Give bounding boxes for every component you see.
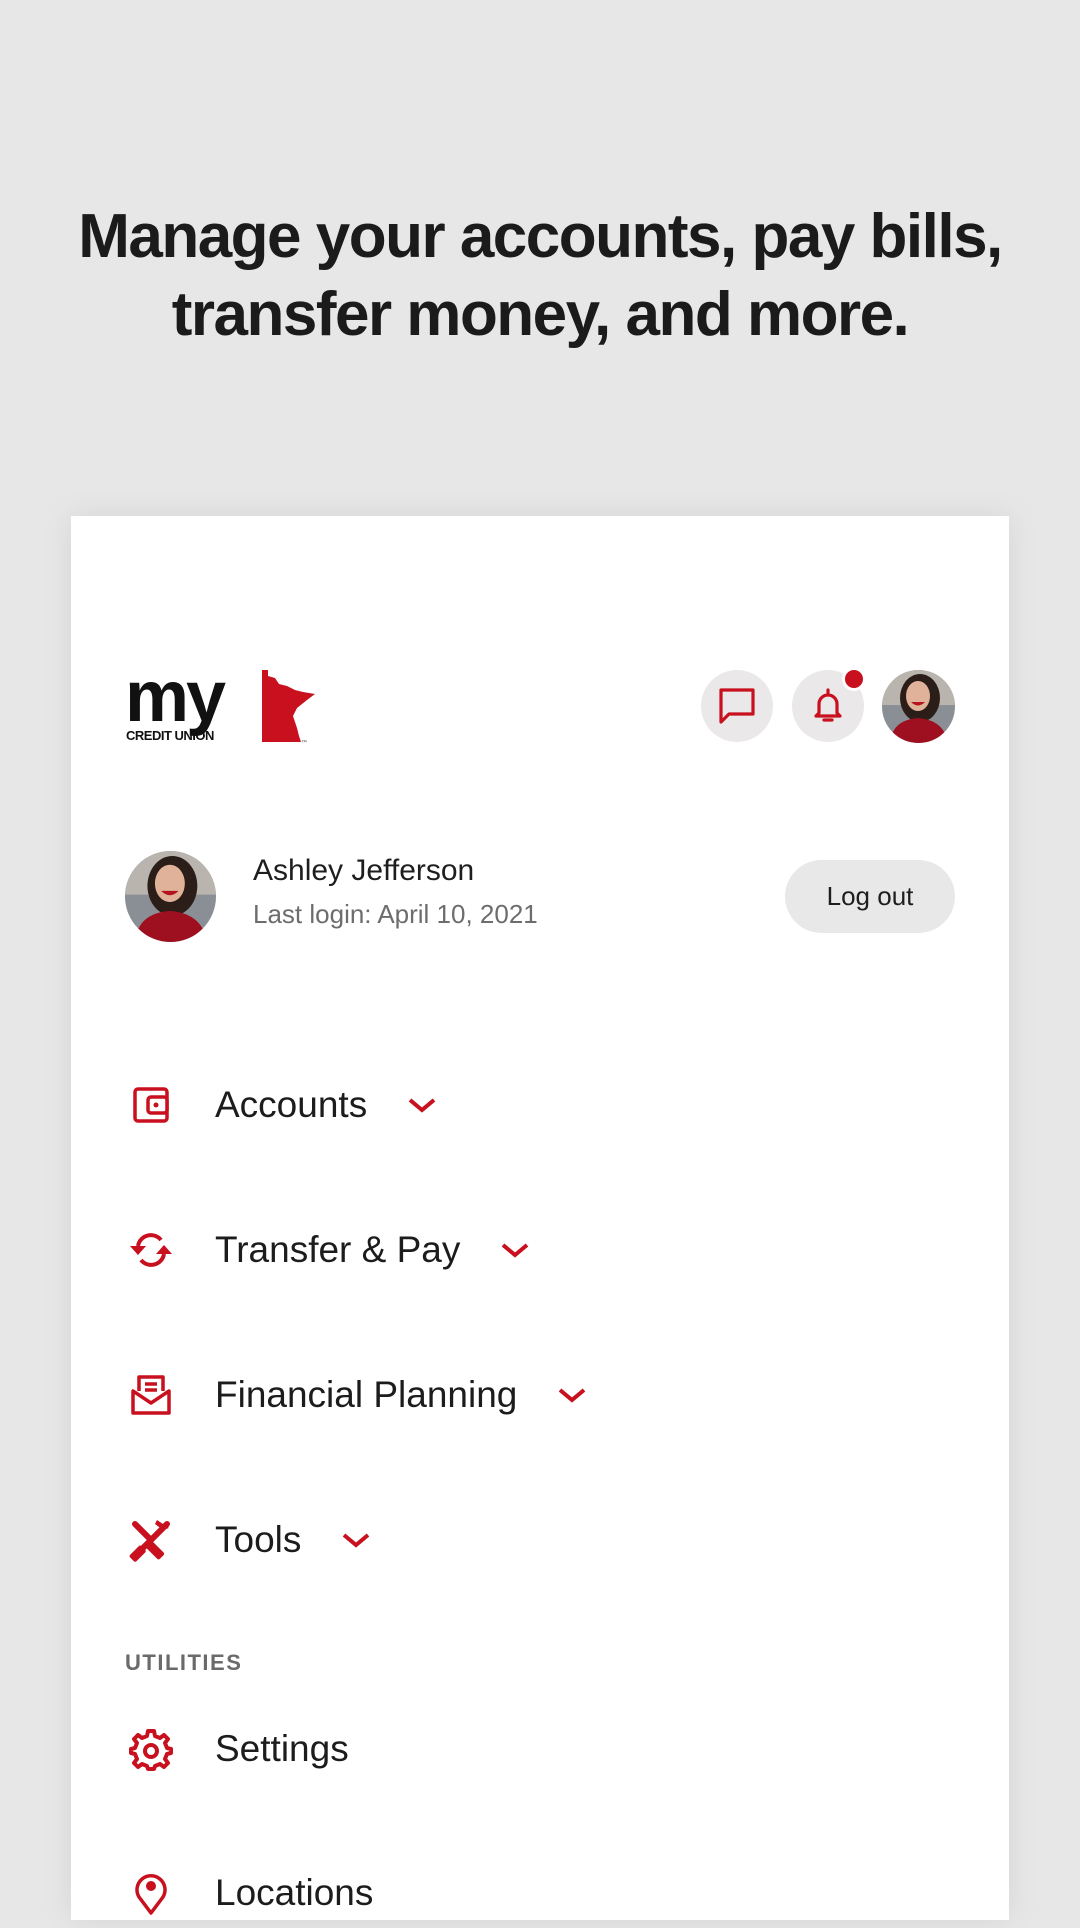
utilities-section-label: UTILITIES xyxy=(125,1650,243,1675)
transfer-icon xyxy=(123,1222,179,1278)
envelope-icon xyxy=(123,1367,179,1423)
chevron-down-icon[interactable] xyxy=(557,1385,587,1405)
nav-label: Accounts xyxy=(215,1084,368,1125)
notifications-button[interactable] xyxy=(792,667,866,742)
chevron-down-icon[interactable] xyxy=(500,1240,530,1260)
logo-tm: ™ xyxy=(301,739,307,746)
headline: Manage your accounts, pay bills, transfe… xyxy=(0,198,1080,354)
nav-label: Transfer & Pay xyxy=(215,1229,461,1270)
logo-word: my xyxy=(125,666,226,737)
chevron-down-icon[interactable] xyxy=(407,1095,437,1115)
nav-item-settings[interactable]: Settings xyxy=(125,1714,349,1784)
nav-label: Financial Planning xyxy=(215,1374,518,1415)
nav-label: Settings xyxy=(215,1728,349,1769)
nav-item-tools[interactable]: Tools xyxy=(125,1505,371,1575)
nav-label: Tools xyxy=(215,1519,302,1560)
bell-icon xyxy=(814,688,842,722)
avatar xyxy=(882,670,955,743)
app-menu-card: my CREDIT UNION ™ Ashley Jefferson Last … xyxy=(71,516,1009,1920)
wallet-icon xyxy=(123,1077,179,1133)
logout-button[interactable]: Log out xyxy=(785,860,955,933)
messages-button[interactable] xyxy=(701,670,773,742)
my-credit-union-logo[interactable]: my CREDIT UNION ™ xyxy=(125,657,325,746)
user-avatar xyxy=(125,851,216,942)
tools-icon xyxy=(123,1512,179,1568)
profile-avatar-button[interactable] xyxy=(882,670,955,743)
user-name: Ashley Jefferson xyxy=(253,854,475,887)
nav-item-accounts[interactable]: Accounts xyxy=(125,1070,437,1140)
minnesota-shape xyxy=(262,670,315,742)
message-icon xyxy=(719,688,755,724)
notification-badge xyxy=(842,667,866,691)
last-login: Last login: April 10, 2021 xyxy=(253,899,538,929)
nav-item-transfer-pay[interactable]: Transfer & Pay xyxy=(125,1215,530,1285)
nav-item-locations[interactable]: Locations xyxy=(125,1858,373,1928)
chevron-down-icon[interactable] xyxy=(341,1530,371,1550)
location-pin-icon xyxy=(123,1865,179,1921)
headline-line-1: Manage your accounts, pay bills, xyxy=(78,202,1003,271)
nav-item-financial-planning[interactable]: Financial Planning xyxy=(125,1360,587,1430)
logo-subtext: CREDIT UNION xyxy=(126,728,214,743)
headline-line-2: transfer money, and more. xyxy=(171,280,910,349)
nav-label: Locations xyxy=(215,1872,374,1913)
gear-icon xyxy=(123,1721,179,1777)
